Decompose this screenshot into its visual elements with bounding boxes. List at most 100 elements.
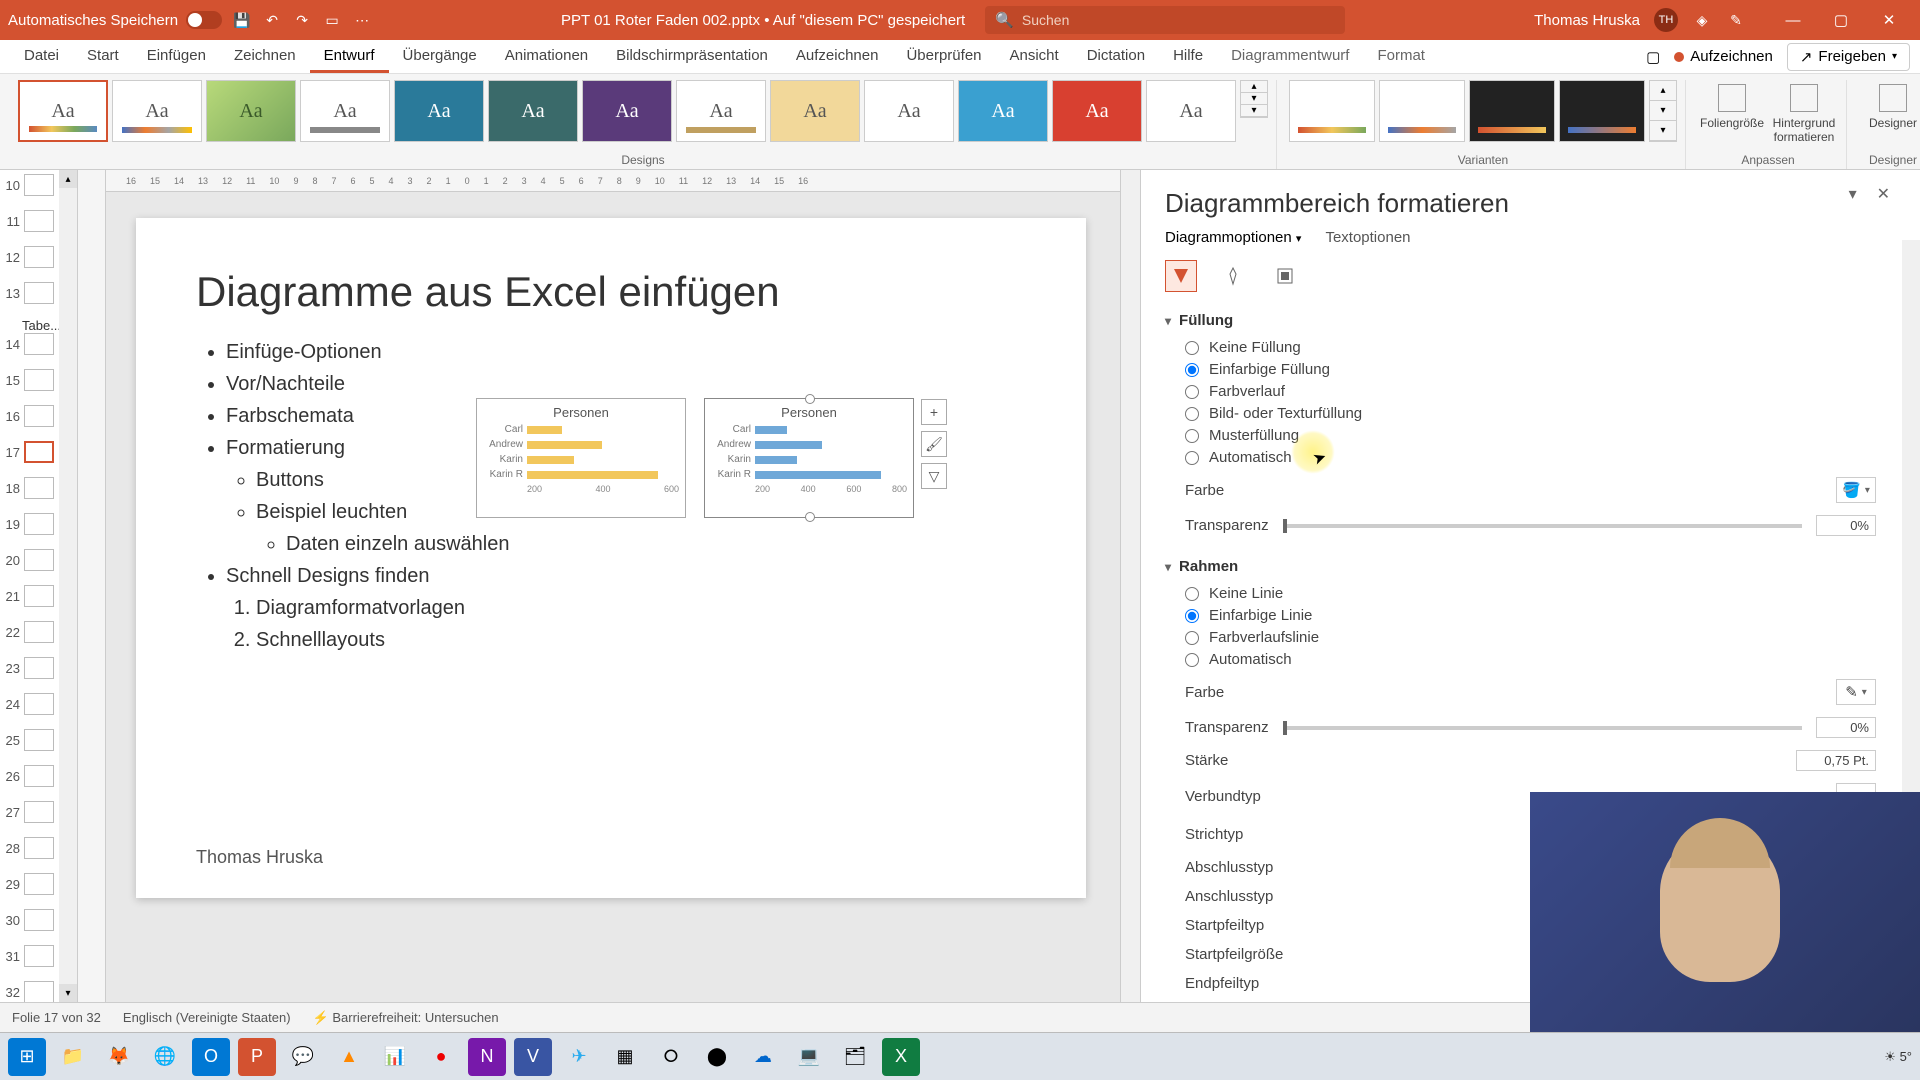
variant-thumb[interactable] xyxy=(1469,80,1555,142)
border-option-radio[interactable]: Farbverlaufslinie xyxy=(1185,629,1896,646)
app-icon[interactable]: ⬤ xyxy=(698,1038,736,1076)
explorer-icon[interactable]: 📁 xyxy=(54,1038,92,1076)
pen-icon[interactable]: ✎ xyxy=(1726,10,1746,30)
border-color-picker[interactable]: ✎ xyxy=(1836,679,1876,705)
share-button[interactable]: ↗ Freigeben ▾ xyxy=(1787,43,1910,71)
onenote-icon[interactable]: N xyxy=(468,1038,506,1076)
ribbon-tab-entwurf[interactable]: Entwurf xyxy=(310,41,389,73)
slide-counter[interactable]: Folie 17 von 32 xyxy=(12,1010,101,1025)
ribbon-tab-start[interactable]: Start xyxy=(73,41,133,73)
chrome-icon[interactable]: 🌐 xyxy=(146,1038,184,1076)
border-transparency-slider[interactable] xyxy=(1283,726,1802,730)
search-box[interactable]: 🔍 xyxy=(985,6,1345,34)
format-background-button[interactable]: Hintergrund formatieren xyxy=(1770,80,1838,144)
ribbon-tab-hilfe[interactable]: Hilfe xyxy=(1159,41,1217,73)
scroll-down-icon[interactable]: ▾ xyxy=(59,984,77,1002)
record-button[interactable]: Aufzeichnen xyxy=(1674,48,1773,65)
redo-icon[interactable]: ↷ xyxy=(292,10,312,30)
firefox-icon[interactable]: 🦊 xyxy=(100,1038,138,1076)
app-icon[interactable]: 🗂 xyxy=(836,1038,874,1076)
border-transparency-value[interactable]: 0% xyxy=(1816,717,1876,738)
ribbon-tab-animationen[interactable]: Animationen xyxy=(491,41,602,73)
fill-option-radio[interactable]: Einfarbige Füllung xyxy=(1185,361,1896,378)
fill-option-radio[interactable]: Farbverlauf xyxy=(1185,383,1896,400)
fill-option-radio[interactable]: Musterfüllung xyxy=(1185,427,1896,444)
ribbon-collapse-icon[interactable]: ▢ xyxy=(1646,48,1660,66)
maximize-button[interactable]: ▢ xyxy=(1818,4,1864,36)
close-button[interactable]: ✕ xyxy=(1866,4,1912,36)
fill-option-radio[interactable]: Automatisch xyxy=(1185,449,1896,466)
visio-icon[interactable]: V xyxy=(514,1038,552,1076)
start-button[interactable]: ⊞ xyxy=(8,1038,46,1076)
scroll-up-icon[interactable]: ▴ xyxy=(59,170,77,188)
theme-thumb[interactable]: Aa xyxy=(1052,80,1142,142)
variant-thumb[interactable] xyxy=(1289,80,1375,142)
outlook-icon[interactable]: O xyxy=(192,1038,230,1076)
fill-color-picker[interactable]: 🪣 xyxy=(1836,477,1876,503)
fill-line-icon[interactable] xyxy=(1165,260,1197,292)
theme-thumb[interactable]: Aa xyxy=(582,80,672,142)
theme-thumb[interactable]: Aa xyxy=(958,80,1048,142)
transparency-slider[interactable] xyxy=(1283,524,1802,528)
gallery-more-button[interactable]: ▴▾▾ xyxy=(1240,80,1268,118)
app-icon[interactable]: 💬 xyxy=(284,1038,322,1076)
design-theme-gallery[interactable]: Aa Aa Aa Aa Aa Aa Aa Aa Aa Aa Aa Aa Aa ▴… xyxy=(18,80,1268,152)
user-avatar[interactable]: TH xyxy=(1654,8,1678,32)
search-input[interactable] xyxy=(1022,12,1335,28)
variant-gallery[interactable]: ▴▾▾ xyxy=(1289,80,1677,142)
diamond-icon[interactable]: ◈ xyxy=(1692,10,1712,30)
ribbon-tab-zeichnen[interactable]: Zeichnen xyxy=(220,41,310,73)
width-value[interactable]: 0,75 Pt. xyxy=(1796,750,1876,771)
powerpoint-icon[interactable]: P xyxy=(238,1038,276,1076)
ribbon-tab-ansicht[interactable]: Ansicht xyxy=(996,41,1073,73)
undo-icon[interactable]: ↶ xyxy=(262,10,282,30)
language-indicator[interactable]: Englisch (Vereinigte Staaten) xyxy=(123,1010,291,1025)
ribbon-tab-dictation[interactable]: Dictation xyxy=(1073,41,1159,73)
theme-thumb[interactable]: Aa xyxy=(488,80,578,142)
slide-title[interactable]: Diagramme aus Excel einfügen xyxy=(196,268,1026,316)
slide-canvas[interactable]: Diagramme aus Excel einfügen Einfüge-Opt… xyxy=(136,218,1086,898)
ribbon-tab-einfügen[interactable]: Einfügen xyxy=(133,41,220,73)
variant-more-button[interactable]: ▴▾▾ xyxy=(1649,80,1677,142)
app-icon[interactable]: ▲ xyxy=(330,1038,368,1076)
excel-icon[interactable]: X xyxy=(882,1038,920,1076)
border-section-header[interactable]: ▾ Rahmen xyxy=(1165,558,1896,575)
app-icon[interactable]: 📊 xyxy=(376,1038,414,1076)
border-option-radio[interactable]: Automatisch xyxy=(1185,651,1896,668)
app-icon[interactable]: ☁ xyxy=(744,1038,782,1076)
ribbon-tab-bildschirmpräsentation[interactable]: Bildschirmpräsentation xyxy=(602,41,782,73)
app-icon[interactable]: 💻 xyxy=(790,1038,828,1076)
theme-thumb[interactable]: Aa xyxy=(394,80,484,142)
app-icon[interactable]: ⭘ xyxy=(652,1038,690,1076)
pane-close-icon[interactable]: ✕ xyxy=(1877,184,1890,204)
border-option-radio[interactable]: Keine Linie xyxy=(1185,585,1896,602)
accessibility-check[interactable]: ⚡ Barrierefreiheit: Untersuchen xyxy=(313,1010,499,1026)
transparency-value[interactable]: 0% xyxy=(1816,515,1876,536)
slide-size-button[interactable]: Foliengröße xyxy=(1698,80,1766,144)
fill-option-radio[interactable]: Bild- oder Texturfüllung xyxy=(1185,405,1896,422)
theme-thumb[interactable]: Aa xyxy=(112,80,202,142)
weather-widget[interactable]: ☀ 5° xyxy=(1884,1049,1912,1065)
autosave-toggle[interactable]: Automatisches Speichern xyxy=(8,11,222,29)
more-icon[interactable]: ⋯ xyxy=(352,10,372,30)
theme-thumb[interactable]: Aa xyxy=(1146,80,1236,142)
ribbon-tab-diagrammentwurf[interactable]: Diagrammentwurf xyxy=(1217,41,1363,73)
theme-thumb[interactable]: Aa xyxy=(300,80,390,142)
chart-styles-button[interactable]: 🖌 xyxy=(921,431,947,457)
variant-thumb[interactable] xyxy=(1379,80,1465,142)
ribbon-tab-übergänge[interactable]: Übergänge xyxy=(389,41,491,73)
ribbon-tab-datei[interactable]: Datei xyxy=(10,41,73,73)
fill-section-header[interactable]: ▾ Füllung xyxy=(1165,312,1896,329)
app-icon[interactable]: ● xyxy=(422,1038,460,1076)
chart-filter-button[interactable]: ▽ xyxy=(921,463,947,489)
pane-options-icon[interactable]: ▾ xyxy=(1849,184,1857,204)
chart-1[interactable]: Personen CarlAndrewKarinKarin R 20040060… xyxy=(476,398,686,518)
theme-thumb[interactable]: Aa xyxy=(676,80,766,142)
fill-option-radio[interactable]: Keine Füllung xyxy=(1185,339,1896,356)
variant-thumb[interactable] xyxy=(1559,80,1645,142)
ribbon-tab-format[interactable]: Format xyxy=(1363,41,1439,73)
present-icon[interactable]: ▭ xyxy=(322,10,342,30)
tab-text-options[interactable]: Textoptionen xyxy=(1325,229,1410,246)
chart-elements-button[interactable]: + xyxy=(921,399,947,425)
tab-diagram-options[interactable]: Diagrammoptionen ▾ xyxy=(1165,229,1301,246)
